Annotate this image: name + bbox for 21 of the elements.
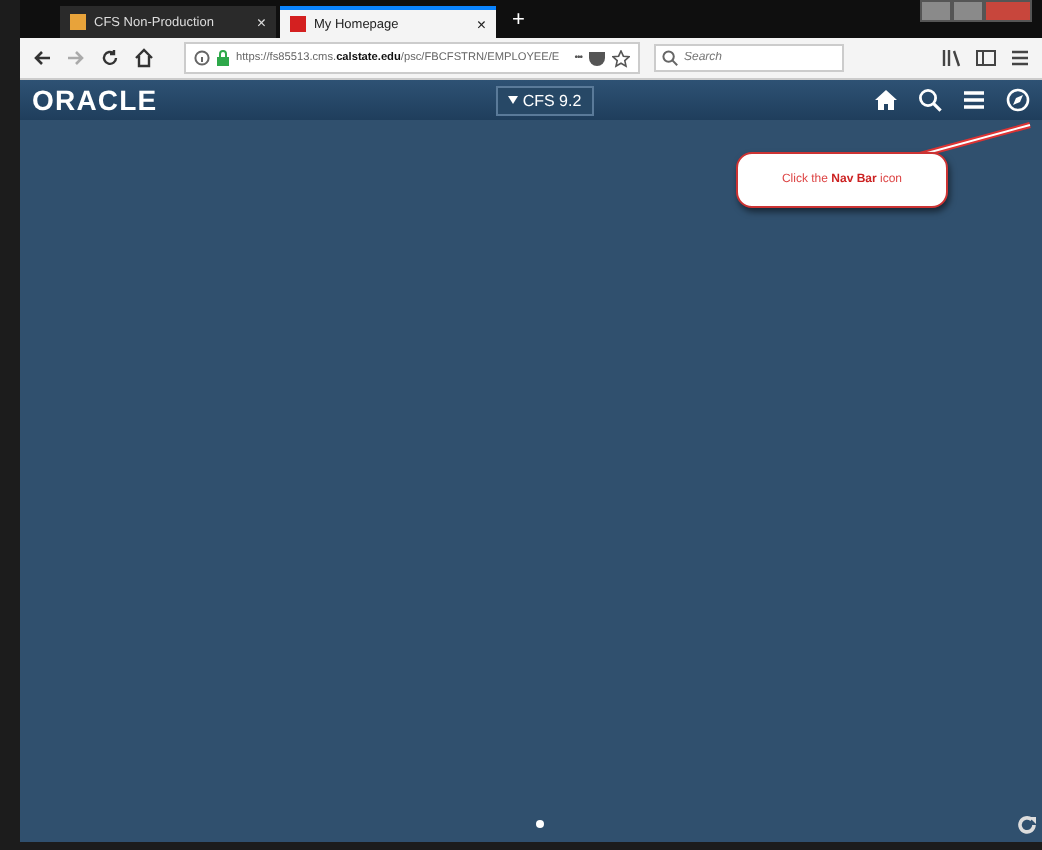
new-tab-button[interactable]: + xyxy=(512,8,525,32)
page-indicator-icon xyxy=(536,820,544,828)
home-icon[interactable] xyxy=(874,88,898,112)
search-icon xyxy=(662,50,678,66)
close-tab-button[interactable]: × xyxy=(256,13,266,31)
menu-icon[interactable] xyxy=(1010,48,1030,68)
close-tab-button[interactable]: × xyxy=(476,15,486,33)
compass-icon[interactable] xyxy=(1006,88,1030,112)
menu-dropdown[interactable]: CFS 9.2 xyxy=(496,85,594,115)
oracle-logo: ORACLE xyxy=(32,84,160,116)
back-icon[interactable] xyxy=(32,48,52,68)
caret-icon xyxy=(508,96,519,104)
lock-icon xyxy=(216,50,230,66)
refresh-icon[interactable] xyxy=(1016,814,1038,836)
home-icon[interactable] xyxy=(134,48,154,68)
reload-icon[interactable] xyxy=(100,48,120,68)
search-icon[interactable] xyxy=(918,88,942,112)
library-icon[interactable] xyxy=(942,48,962,68)
star-icon[interactable] xyxy=(612,49,630,67)
sidebar-icon[interactable] xyxy=(976,48,996,68)
info-icon xyxy=(194,50,210,66)
